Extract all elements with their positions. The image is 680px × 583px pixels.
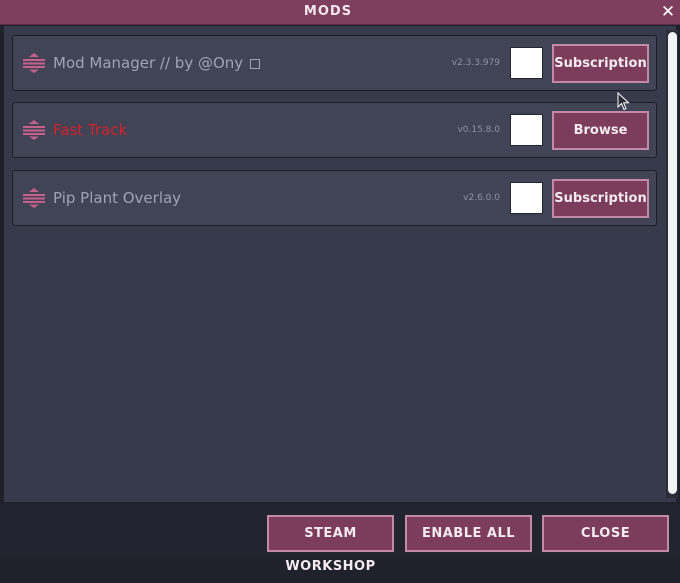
close-window-icon[interactable]: ✕ (658, 2, 678, 22)
steam-workshop-button[interactable]: STEAM WORKSHOP (267, 515, 394, 574)
mod-list-panel (4, 26, 676, 502)
checkbox-icon (250, 59, 261, 69)
mod-name: Mod Manager // by @Ony (53, 36, 261, 90)
subscription-button[interactable]: Subscription (552, 179, 649, 218)
mod-enable-checkbox[interactable] (510, 182, 543, 214)
mod-row: Fast Track v0.15.8.0 Browse (12, 102, 657, 158)
mod-version: v2.6.0.0 (463, 193, 500, 203)
drag-handle-icon[interactable] (22, 52, 46, 74)
window-title: MODS (303, 4, 353, 19)
mod-enable-checkbox[interactable] (510, 114, 543, 146)
scrollbar-thumb[interactable] (668, 32, 677, 494)
subscription-button[interactable]: Subscription (552, 44, 649, 83)
mod-enable-checkbox[interactable] (510, 47, 543, 79)
browse-button[interactable]: Browse (552, 111, 649, 150)
enable-all-button[interactable]: ENABLE ALL (405, 515, 532, 552)
mouse-cursor-icon (617, 92, 630, 111)
drag-handle-icon[interactable] (22, 187, 46, 209)
drag-handle-icon[interactable] (22, 119, 46, 141)
mod-row: Pip Plant Overlay v2.6.0.0 Subscription (12, 170, 657, 226)
title-bar: MODS ✕ (0, 0, 680, 25)
mod-name: Fast Track (53, 121, 128, 139)
mod-version: v0.15.8.0 (457, 125, 500, 135)
mod-version: v2.3.3.979 (451, 58, 500, 68)
close-button[interactable]: CLOSE (542, 515, 669, 552)
mod-name: Pip Plant Overlay (53, 189, 182, 207)
mod-row: Mod Manager // by @Ony v2.3.3.979 Subscr… (12, 35, 657, 91)
